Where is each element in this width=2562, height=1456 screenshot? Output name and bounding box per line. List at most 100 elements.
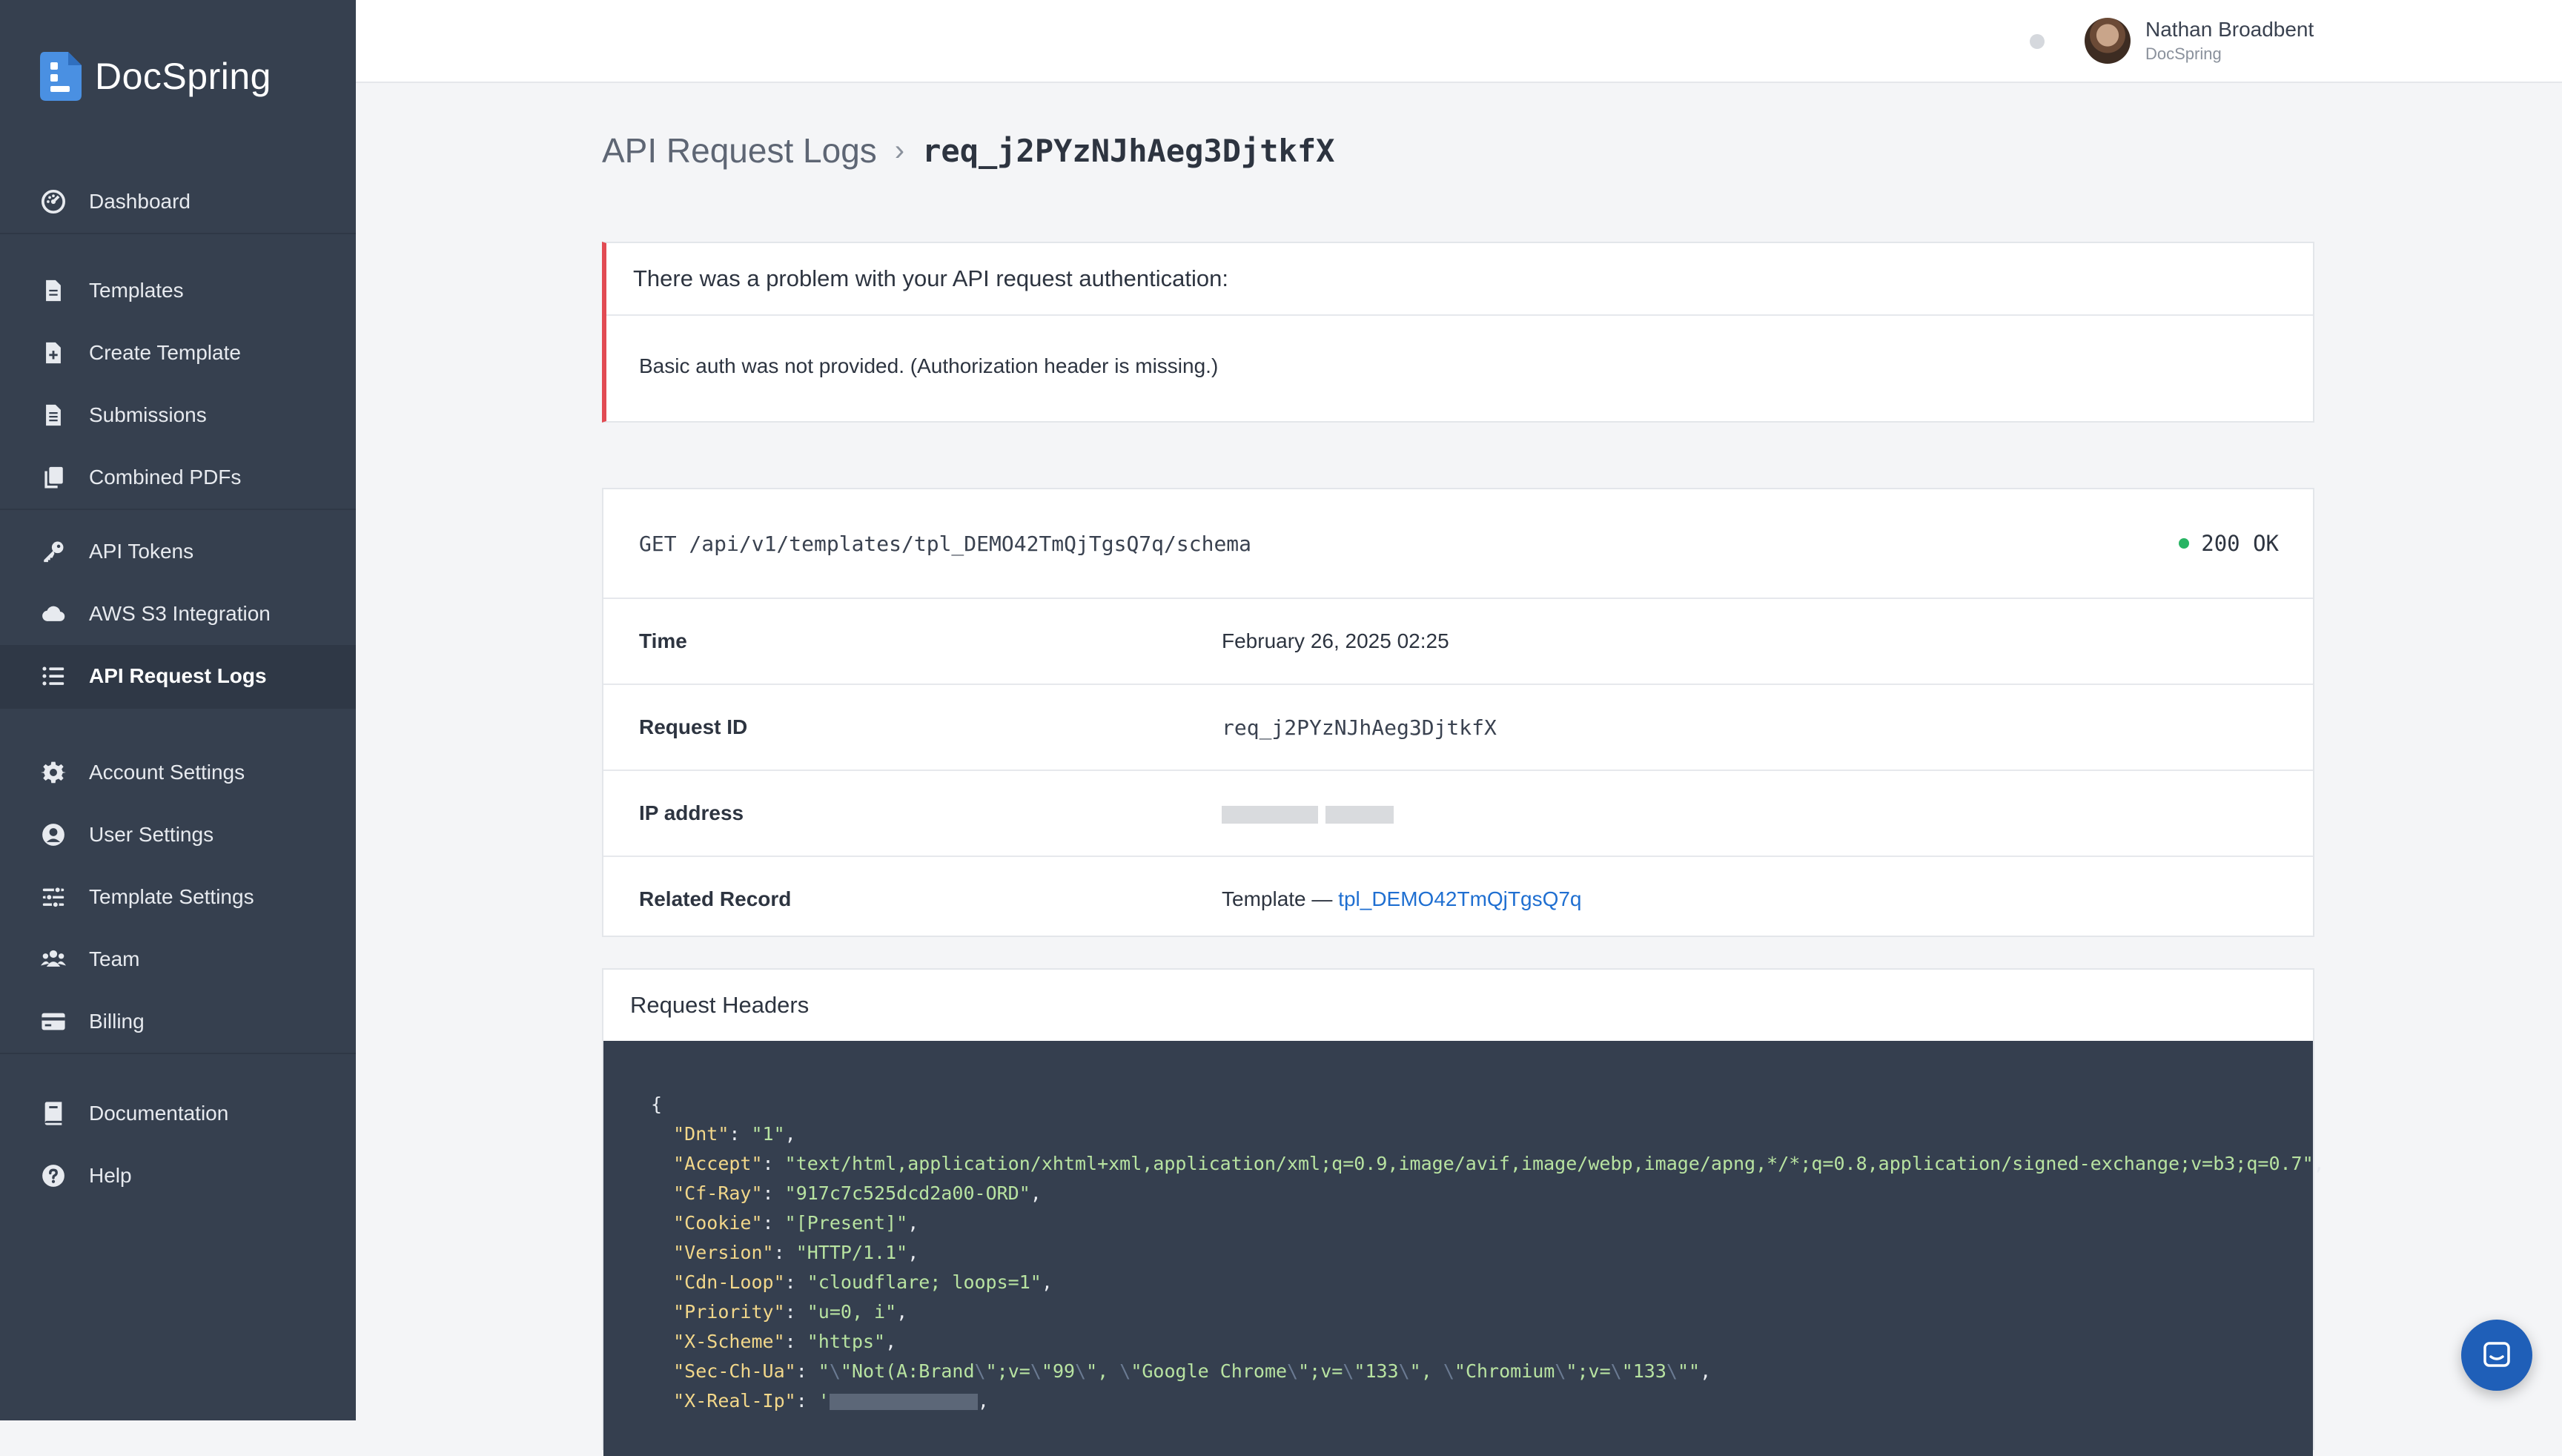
sidebar-item-api-request-logs[interactable]: API Request Logs <box>0 645 356 707</box>
user-circle-icon <box>40 821 67 848</box>
alert-title: There was a problem with your API reques… <box>606 243 2313 316</box>
book-icon <box>40 1100 67 1127</box>
related-record-prefix: Template — <box>1222 887 1339 910</box>
request-headers-title: Request Headers <box>630 992 810 1018</box>
request-method-path: GET /api/v1/templates/tpl_DEMO42TmQjTgsQ… <box>639 531 1252 556</box>
page-title: req_j2PYzNJhAeg3DjtkfX <box>922 132 1335 169</box>
sidebar-item-documentation[interactable]: Documentation <box>0 1082 356 1145</box>
sidebar-item-label: Create Template <box>89 341 241 364</box>
detail-row-related-record: Related Record Template — tpl_DEMO42TmQj… <box>603 857 2313 942</box>
credit-card-icon <box>40 1008 67 1035</box>
related-record-label: Related Record <box>639 887 792 910</box>
sidebar-group: Account Settings User Settings Template Se… <box>0 741 356 1054</box>
sidebar-item-label: Template Settings <box>89 885 254 908</box>
sidebar-group: Dashboard <box>0 171 356 234</box>
request-headers-code: { "Dnt": "1", "Accept": "text/html,appli… <box>603 1041 2325 1456</box>
header-line: "X-Scheme": "https", <box>673 1331 897 1352</box>
sidebar-item-create-template[interactable]: Create Template <box>0 322 356 384</box>
status-success-icon <box>2179 538 2190 549</box>
status-text: 200 OK <box>2201 531 2279 556</box>
sidebar-item-label: AWS S3 Integration <box>89 602 271 625</box>
top-bar: Nathan Broadbent DocSpring <box>356 0 2562 83</box>
copy-icon <box>40 464 67 491</box>
request-headers-card: Request Headers { "Dnt": "1", "Accept": … <box>602 968 2325 1456</box>
sidebar-item-label: Account Settings <box>89 761 245 784</box>
sidebar-item-submissions[interactable]: Submissions <box>0 384 356 446</box>
sidebar-group: API Tokens AWS S3 Integration API Request … <box>0 520 356 709</box>
sidebar-item-label: Team <box>89 947 140 970</box>
sidebar-group: Templates Create Template Submissions Combi… <box>0 259 356 510</box>
related-record-value: Template — tpl_DEMO42TmQjTgsQ7q <box>1222 887 1582 911</box>
auth-error-alert: There was a problem with your API reques… <box>602 242 2314 423</box>
breadcrumb-parent[interactable]: API Request Logs <box>602 130 877 171</box>
header-line-x-real-ip: "X-Real-Ip": ', <box>673 1390 989 1412</box>
request-id-label: Request ID <box>639 715 748 738</box>
sidebar-item-label: Submissions <box>89 403 207 426</box>
sidebar-item-team[interactable]: Team <box>0 928 356 990</box>
file-lines-icon <box>40 402 67 428</box>
time-value: February 26, 2025 02:25 <box>1222 629 1449 652</box>
status-indicator <box>2030 34 2045 49</box>
sidebar-item-templates[interactable]: Templates <box>0 259 356 322</box>
header-line: "Accept": "text/html,application/xhtml+x… <box>673 1153 2325 1174</box>
sidebar-item-label: API Tokens <box>89 540 194 563</box>
sidebar-item-dashboard[interactable]: Dashboard <box>0 171 356 233</box>
sidebar-item-api-tokens[interactable]: API Tokens <box>0 520 356 583</box>
brand-name: DocSpring <box>95 56 271 97</box>
sidebar-item-billing[interactable]: Billing <box>0 990 356 1053</box>
header-line: "Cf-Ray": "917c7c525dcd2a00-ORD", <box>673 1182 1042 1204</box>
key-icon <box>40 538 67 565</box>
chat-icon <box>2483 1342 2510 1367</box>
sidebar-item-label: Combined PDFs <box>89 466 242 489</box>
sidebar-item-label: Dashboard <box>89 190 191 213</box>
sidebar-group: Documentation Help <box>0 1082 356 1207</box>
sidebar-item-combined-pdfs[interactable]: Combined PDFs <box>0 446 356 509</box>
sidebar-item-user-settings[interactable]: User Settings <box>0 804 356 866</box>
brand-logo[interactable]: DocSpring <box>40 52 271 101</box>
header-line: "Priority": "u=0, i", <box>673 1301 908 1323</box>
header-line: "Sec-Ch-Ua": "\"Not(A:Brand\";v=\"99\", … <box>673 1360 1712 1382</box>
header-line: "Cdn-Loop": "cloudflare; loops=1", <box>673 1271 1053 1293</box>
file-plus-icon <box>40 340 67 366</box>
sidebar-item-label: API Request Logs <box>89 664 267 687</box>
gear-icon <box>40 759 67 786</box>
docspring-logo-icon <box>40 52 82 101</box>
sliders-icon <box>40 884 67 910</box>
sidebar-item-account-settings[interactable]: Account Settings <box>0 741 356 804</box>
breadcrumb: API Request Logs › req_j2PYzNJhAeg3Djtkf… <box>602 130 1334 171</box>
request-line: GET /api/v1/templates/tpl_DEMO42TmQjTgsQ… <box>603 489 2313 599</box>
detail-row-request-id: Request ID req_j2PYzNJhAeg3DjtkfX <box>603 685 2313 771</box>
sidebar-item-aws-s3-integration[interactable]: AWS S3 Integration <box>0 583 356 645</box>
status-badge: 200 OK <box>2179 489 2279 598</box>
sidebar-item-label: Templates <box>89 279 184 302</box>
request-id-value: req_j2PYzNJhAeg3DjtkfX <box>1222 715 1497 740</box>
chat-support-button[interactable] <box>2461 1320 2532 1391</box>
sidebar-item-template-settings[interactable]: Template Settings <box>0 866 356 928</box>
ip-value-redacted <box>1222 801 1394 825</box>
request-details-card: GET /api/v1/templates/tpl_DEMO42TmQjTgsQ… <box>602 488 2314 937</box>
user-name[interactable]: Nathan Broadbent <box>2145 18 2314 42</box>
json-open-brace: { <box>651 1093 663 1115</box>
dashboard-icon <box>40 188 67 215</box>
cloud-icon <box>40 600 67 627</box>
user-org: DocSpring <box>2145 44 2222 63</box>
header-line: "Version": "HTTP/1.1", <box>673 1242 919 1263</box>
sidebar-item-help[interactable]: Help <box>0 1145 356 1207</box>
detail-row-ip: IP address <box>603 771 2313 857</box>
alert-message: Basic auth was not provided. (Authorizat… <box>639 354 1219 377</box>
sidebar-item-label: Documentation <box>89 1102 229 1125</box>
file-icon <box>40 277 67 304</box>
detail-row-time: Time February 26, 2025 02:25 <box>603 599 2313 685</box>
avatar[interactable] <box>2085 18 2131 64</box>
header-line: "Dnt": "1", <box>673 1123 796 1145</box>
header-line: "Cookie": "[Present]", <box>673 1212 919 1234</box>
users-icon <box>40 946 67 973</box>
question-circle-icon <box>40 1162 67 1189</box>
sidebar: DocSpring Dashboard Templates Create Templ… <box>0 0 356 1420</box>
sidebar-item-label: Help <box>89 1164 132 1187</box>
sidebar-item-label: User Settings <box>89 823 214 846</box>
list-icon <box>40 663 67 689</box>
time-label: Time <box>639 629 687 652</box>
related-template-link[interactable]: tpl_DEMO42TmQjTgsQ7q <box>1338 887 1581 910</box>
breadcrumb-separator: › <box>894 133 905 167</box>
